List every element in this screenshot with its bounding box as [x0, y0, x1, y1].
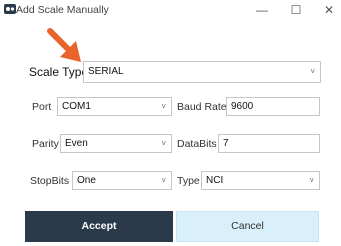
- app-icon: [4, 4, 16, 14]
- title-bar: Add Scale Manually — ☐ ✕: [0, 0, 341, 26]
- scale-type-dropdown[interactable]: SERIAL ˅: [83, 61, 321, 83]
- stop-bits-value: One: [77, 175, 96, 186]
- stop-bits-label: StopBits: [30, 175, 70, 187]
- type-value: NCI: [206, 175, 224, 186]
- chevron-down-icon: ˅: [309, 176, 314, 185]
- maximize-button[interactable]: ☐: [285, 2, 307, 18]
- cancel-button[interactable]: Cancel: [176, 211, 319, 242]
- parity-dropdown[interactable]: Even ˅: [60, 134, 172, 153]
- chevron-down-icon: ˅: [161, 102, 166, 111]
- stop-bits-dropdown[interactable]: One ˅: [72, 171, 172, 190]
- baud-rate-label: Baud Rate: [177, 101, 227, 113]
- port-dropdown[interactable]: COM1 ˅: [57, 97, 172, 116]
- chevron-down-icon: ˅: [310, 67, 315, 76]
- accept-button[interactable]: Accept: [25, 211, 173, 242]
- port-value: COM1: [62, 101, 91, 112]
- parity-value: Even: [65, 138, 88, 149]
- orange-arrow-icon: [47, 28, 81, 62]
- data-bits-field[interactable]: 7: [218, 134, 320, 153]
- type-label: Type: [177, 175, 200, 187]
- port-label: Port: [32, 101, 52, 113]
- window-title: Add Scale Manually: [16, 4, 109, 16]
- minimize-button[interactable]: —: [251, 2, 273, 18]
- type-dropdown[interactable]: NCI ˅: [201, 171, 320, 190]
- chevron-down-icon: ˅: [161, 176, 166, 185]
- scale-type-value: SERIAL: [88, 66, 124, 77]
- baud-rate-field[interactable]: 9600: [226, 97, 320, 116]
- scale-type-label: Scale Type: [29, 65, 89, 79]
- close-button[interactable]: ✕: [318, 2, 340, 18]
- parity-label: Parity: [32, 138, 59, 150]
- chevron-down-icon: ˅: [161, 139, 166, 148]
- data-bits-label: DataBits: [177, 138, 217, 150]
